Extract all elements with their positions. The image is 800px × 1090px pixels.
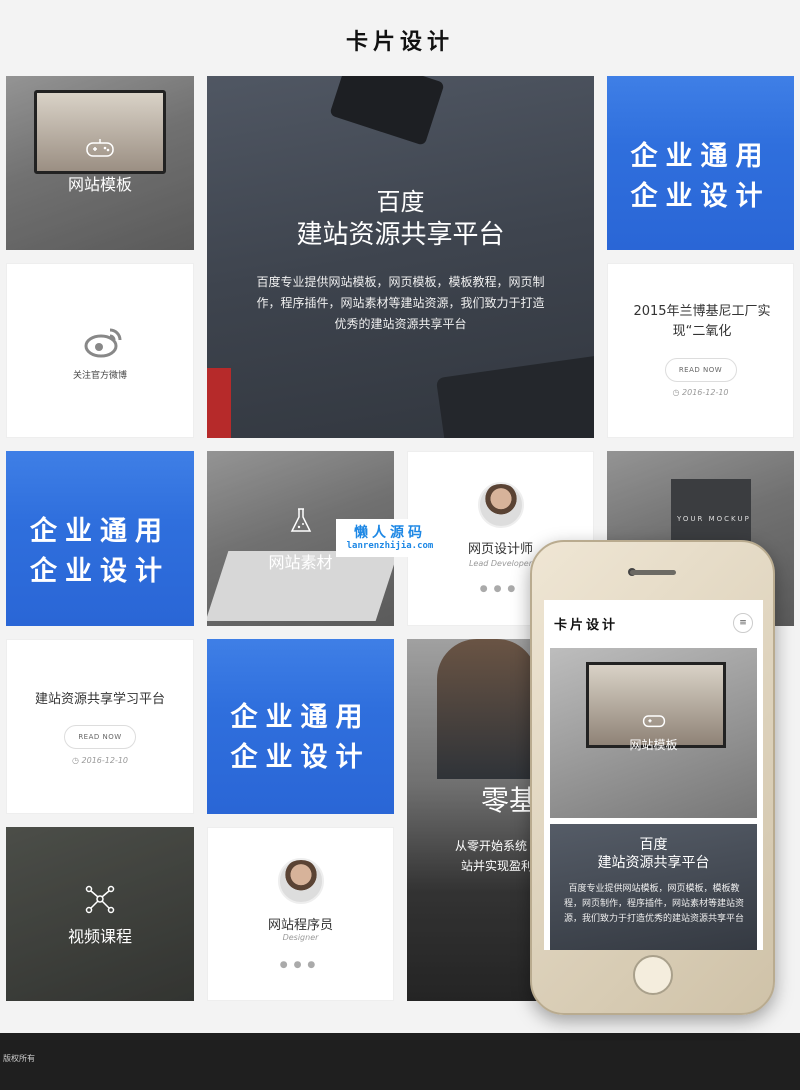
copyright-text: 版权所有 xyxy=(3,1054,35,1063)
news-date: ◷ 2016-12-10 xyxy=(7,756,193,765)
mockup-text: YOUR MOCKUP xyxy=(677,515,751,523)
date-text: 2016-12-10 xyxy=(682,388,729,397)
tile-label: 网站模板 xyxy=(67,175,132,194)
phone-card-hero[interactable]: 百度 建站资源共享平台 百度专业提供网站模板，网页模板，模板教程，网页制作，程序… xyxy=(550,824,757,950)
hero-description: 百度专业提供网站模板，网页模板，模板教程，网页制作，程序插件，网站素材等建站资源… xyxy=(256,275,545,331)
flask-icon xyxy=(290,508,311,532)
profile-role: Designer xyxy=(282,933,319,942)
gamepad-icon xyxy=(86,139,114,157)
phone-hero-title2: 建站资源共享平台 xyxy=(597,855,710,871)
weibo-small-icon[interactable]: ● xyxy=(507,584,521,594)
tile-weibo[interactable]: 关注官方微博 xyxy=(6,263,194,438)
tile-video-course[interactable]: 视频课程 xyxy=(6,827,194,1001)
wechat-icon[interactable]: ● xyxy=(480,584,494,594)
drawing-tablet-image xyxy=(435,354,594,438)
network-icon xyxy=(85,885,115,914)
page-title: 卡片设计 xyxy=(345,30,454,55)
phone-mockup: 卡片设计 ≡ 网站模板 百度 建站资源共享平台 百度专业提供网站模板，网页模板，… xyxy=(530,540,775,1015)
qq-icon[interactable]: ● xyxy=(307,960,321,970)
news-title: 建站资源共享学习平台 xyxy=(34,692,165,707)
page: 卡片设计 网站模板 百度 建站资源共享平台 百度专业提供网站模板，网页模板，模板… xyxy=(0,0,800,1090)
hero-title-line1: 百度 xyxy=(376,188,425,216)
phone-card-label: 网站模板 xyxy=(629,738,678,752)
tile-blue-2[interactable]: 企业通用 企业设计 xyxy=(6,451,194,626)
weibo-small-icon[interactable]: ● xyxy=(280,960,294,970)
tile-label: 视频课程 xyxy=(67,927,132,946)
blue-line1: 企业通用 xyxy=(30,516,170,547)
blue-line2: 企业设计 xyxy=(30,556,170,587)
watermark-name: 懒人源码 xyxy=(354,525,426,541)
avatar xyxy=(477,482,524,528)
monitor-image xyxy=(34,90,166,174)
tile-blue-3[interactable]: 企业通用 企业设计 xyxy=(207,639,394,814)
zero-line2: 站并实现盈利 xyxy=(461,859,534,873)
blue-line1: 企业通用 xyxy=(630,141,771,172)
zero-line1: 从零开始系统 xyxy=(455,839,528,853)
tile-hero[interactable]: 百度 建站资源共享平台 百度专业提供网站模板，网页模板，模板教程，网页制作，程序… xyxy=(207,76,594,438)
qq-icon[interactable]: ● xyxy=(494,584,508,594)
tile-news-1[interactable]: 2015年兰博基尼工厂实现“二氧化 READ NOW ◷ 2016-12-10 xyxy=(607,263,794,438)
date-text: 2016-12-10 xyxy=(81,756,129,765)
weibo-icon xyxy=(84,328,122,358)
hero-title-line2: 建站资源共享平台 xyxy=(296,220,505,250)
home-button[interactable] xyxy=(632,955,673,995)
weibo-label: 关注官方微博 xyxy=(72,371,127,381)
watermark: 懒人源码 lanrenzhijia.com xyxy=(336,519,444,557)
speaker-icon xyxy=(629,570,676,575)
tile-blue-1[interactable]: 企业通用 企业设计 xyxy=(607,76,794,250)
watermark-url: lanrenzhijia.com xyxy=(346,541,434,551)
blue-line2: 企业设计 xyxy=(230,742,371,773)
news-date: ◷ 2016-12-10 xyxy=(608,388,793,397)
zero-big-text: 零基 xyxy=(481,784,538,817)
phone-title: 卡片设计 xyxy=(554,618,619,633)
phone-hero-desc: 百度专业提供网站模板，网页模板，模板教程，网页制作，程序插件，网站素材等建站资源… xyxy=(564,884,745,924)
red-notebook-image xyxy=(207,368,231,438)
tile-news-2[interactable]: 建站资源共享学习平台 READ NOW ◷ 2016-12-10 xyxy=(6,639,194,814)
menu-icon[interactable]: ≡ xyxy=(733,613,753,633)
tile-website-template[interactable]: 网站模板 xyxy=(6,76,194,250)
profile-name: 网站程序员 xyxy=(267,918,333,933)
read-now-button[interactable]: READ NOW xyxy=(64,725,136,749)
social-icons: ●●● xyxy=(208,960,393,970)
news-title: 2015年兰博基尼工厂实现“二氧化 xyxy=(633,304,771,339)
avatar xyxy=(277,858,324,904)
person-image xyxy=(437,639,537,779)
phone-screen: 卡片设计 ≡ 网站模板 百度 建站资源共享平台 百度专业提供网站模板，网页模板，… xyxy=(544,600,763,950)
blue-line2: 企业设计 xyxy=(630,181,771,212)
read-now-button[interactable]: READ NOW xyxy=(664,358,737,382)
tablet-image xyxy=(329,76,445,146)
wechat-icon[interactable]: ● xyxy=(294,960,308,970)
footer: 版权所有 xyxy=(0,1033,800,1090)
phone-hero-title1: 百度 xyxy=(639,837,668,853)
clock-icon: ◷ xyxy=(71,756,82,765)
phone-card-template[interactable]: 网站模板 xyxy=(550,648,757,818)
gamepad-icon xyxy=(642,715,666,728)
clock-icon: ◷ xyxy=(672,388,683,397)
blue-line1: 企业通用 xyxy=(230,702,371,733)
tile-programmer[interactable]: 网站程序员 Designer ●●● xyxy=(207,827,394,1001)
